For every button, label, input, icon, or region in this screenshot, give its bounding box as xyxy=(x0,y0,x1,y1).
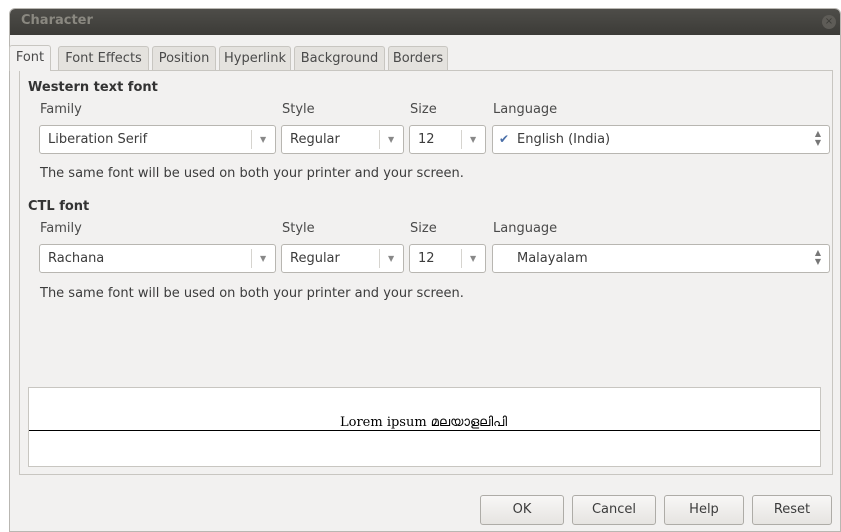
ctl-family-combo[interactable]: Rachana ▼ xyxy=(39,244,276,273)
western-size-value: 12 xyxy=(418,132,435,147)
ctl-style-label: Style xyxy=(282,221,315,236)
western-style-combo[interactable]: Regular ▼ xyxy=(281,125,404,154)
preview-baseline xyxy=(29,430,820,431)
ctl-family-value: Rachana xyxy=(48,251,105,266)
help-button[interactable]: Help xyxy=(664,495,744,525)
western-language-value: English (India) xyxy=(517,132,611,147)
ctl-language-combo[interactable]: Malayalam ▲ ▼ xyxy=(492,244,830,273)
western-style-value: Regular xyxy=(290,132,340,147)
updown-spinner-icon[interactable]: ▲ ▼ xyxy=(815,129,821,147)
chevron-down-icon[interactable]: ▼ xyxy=(470,135,476,144)
chevron-down-icon[interactable]: ▼ xyxy=(470,254,476,263)
ctl-note: The same font will be used on both your … xyxy=(40,286,464,301)
western-size-label: Size xyxy=(410,102,437,117)
tab-font[interactable]: Font xyxy=(9,45,51,71)
chevron-down-icon[interactable]: ▼ xyxy=(260,254,266,263)
chevron-down-icon[interactable]: ▼ xyxy=(388,135,394,144)
font-preview: Lorem ipsum മലയാളലിപി xyxy=(28,387,821,467)
western-language-combo[interactable]: ✔ English (India) ▲ ▼ xyxy=(492,125,830,154)
tab-font-effects[interactable]: Font Effects xyxy=(58,46,149,70)
ctl-family-label: Family xyxy=(40,221,82,236)
western-language-label: Language xyxy=(493,102,558,117)
ctl-size-value: 12 xyxy=(418,251,435,266)
western-family-label: Family xyxy=(40,102,82,117)
window-title: Character xyxy=(21,13,93,28)
ctl-style-value: Regular xyxy=(290,251,340,266)
spellcheck-icon: ✔ xyxy=(499,132,510,146)
reset-button[interactable]: Reset xyxy=(752,495,832,525)
western-font-heading: Western text font xyxy=(28,80,158,95)
chevron-down-icon[interactable]: ▼ xyxy=(260,135,266,144)
ctl-size-combo[interactable]: 12 ▼ xyxy=(409,244,486,273)
western-style-label: Style xyxy=(282,102,315,117)
preview-text: Lorem ipsum മലയാളലിപി xyxy=(334,415,514,430)
ctl-size-label: Size xyxy=(410,221,437,236)
western-size-combo[interactable]: 12 ▼ xyxy=(409,125,486,154)
ctl-font-heading: CTL font xyxy=(28,199,90,214)
western-note: The same font will be used on both your … xyxy=(40,166,464,181)
close-icon[interactable]: × xyxy=(822,15,836,29)
updown-spinner-icon[interactable]: ▲ ▼ xyxy=(815,248,821,266)
tab-borders[interactable]: Borders xyxy=(388,46,448,70)
tab-background[interactable]: Background xyxy=(294,46,385,70)
western-family-value: Liberation Serif xyxy=(48,132,148,147)
tab-hyperlink[interactable]: Hyperlink xyxy=(219,46,291,70)
ctl-style-combo[interactable]: Regular ▼ xyxy=(281,244,404,273)
ctl-language-label: Language xyxy=(493,221,558,236)
title-bar[interactable]: Character × xyxy=(10,9,840,35)
ok-button[interactable]: OK xyxy=(480,495,564,525)
chevron-down-icon[interactable]: ▼ xyxy=(388,254,394,263)
tab-position[interactable]: Position xyxy=(152,46,216,70)
cancel-button[interactable]: Cancel xyxy=(572,495,656,525)
ctl-language-value: Malayalam xyxy=(517,251,588,266)
western-family-combo[interactable]: Liberation Serif ▼ xyxy=(39,125,276,154)
